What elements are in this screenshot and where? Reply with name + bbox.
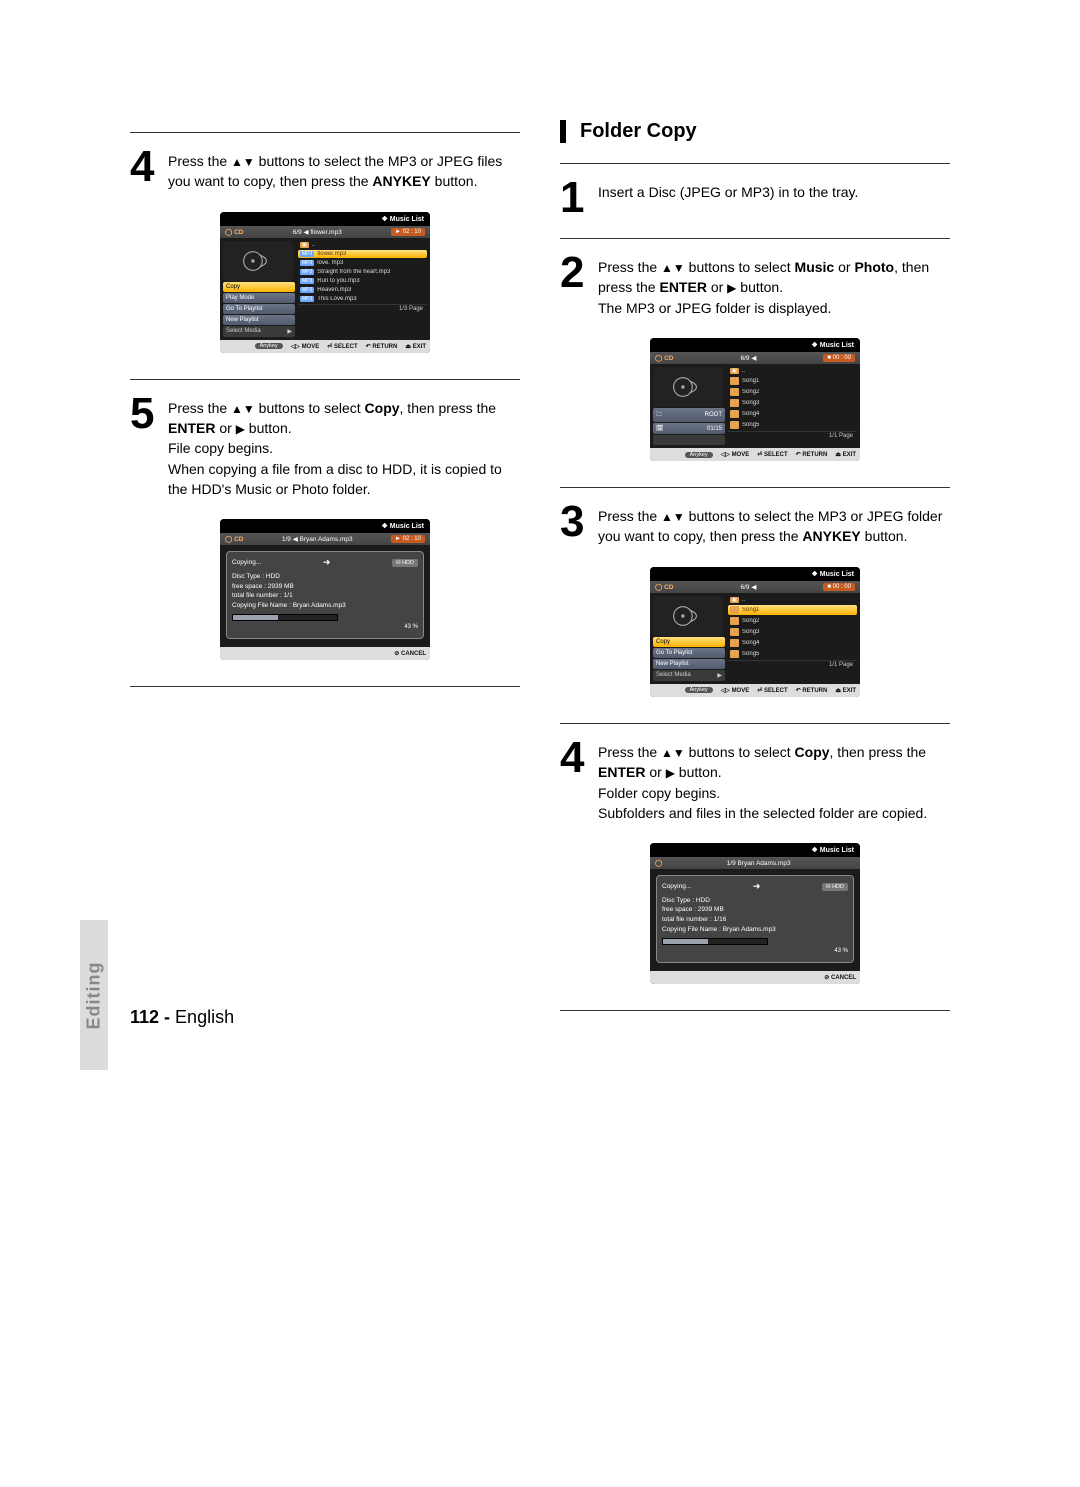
shot-footerbar: Anykey ◁▷ MOVE ⏎ SELECT ↶ RETURN ⏏ EXIT <box>220 340 430 353</box>
shot-title: Music List <box>220 212 430 226</box>
step-number: 4 <box>130 145 158 189</box>
side-tab-editing: Editing <box>80 920 108 1070</box>
date-label: 🗓 01/15 <box>653 423 725 434</box>
screenshot-copying-folder: Music List ◯ 1/9 Bryan Adams.mp3 Copying… <box>650 843 860 984</box>
copy-overlay: Copying... ➜ ⛁ HDD Disc Type : HDD free … <box>226 551 424 639</box>
step-text: Press the ▲▼ buttons to select the MP3 o… <box>168 145 520 192</box>
step-text: Press the ▲▼ buttons to select Copy, the… <box>598 736 950 823</box>
step-text: Press the ▲▼ buttons to select Copy, the… <box>168 392 520 500</box>
section-title: Folder Copy <box>560 120 950 143</box>
blank-row <box>653 435 725 445</box>
step-number: 5 <box>130 392 158 436</box>
cd-icon <box>223 241 293 281</box>
screenshot-folder-select-copy: Music List ◯ CD 6/9 ◀ ■ 00 : 00 Copy Go … <box>650 567 860 697</box>
step-number: 1 <box>560 176 588 220</box>
menu-selectmedia[interactable]: Select Media▶ <box>223 326 295 337</box>
menu-copy[interactable]: Copy <box>653 637 725 647</box>
step-number: 2 <box>560 251 588 295</box>
left-column: 4 Press the ▲▼ buttons to select the MP3… <box>130 120 520 1023</box>
screenshot-copying-file: Music List ◯ CD 1/9 ◀ Bryan Adams.mp3 ► … <box>220 519 430 660</box>
step-number: 4 <box>560 736 588 780</box>
step-text: Press the ▲▼ buttons to select the MP3 o… <box>598 500 950 547</box>
menu-gotoplaylist[interactable]: Go To Playlist <box>223 304 295 314</box>
menu-newplaylist[interactable]: New Playlist <box>223 315 295 325</box>
menu-copy[interactable]: Copy <box>223 282 295 292</box>
step-text: Insert a Disc (JPEG or MP3) in to the tr… <box>598 176 858 202</box>
right-column: Folder Copy 1 Insert a Disc (JPEG or MP3… <box>560 120 950 1023</box>
step-text: Press the ▲▼ buttons to select Music or … <box>598 251 950 318</box>
menu-selectmedia[interactable]: Select Media▶ <box>653 670 725 681</box>
menu-newplaylist[interactable]: New Playlist <box>653 659 725 669</box>
side-tab-label: Editing <box>84 961 105 1029</box>
root-label: 🗀 ROOT <box>653 408 725 422</box>
screenshot-music-list-select: Music List ◯ CD 6/9 ◀ flower.mp3 ► 02 : … <box>220 212 430 353</box>
page-footer: 112 - English <box>130 1007 234 1028</box>
menu-playmode[interactable]: Play Mode <box>223 293 295 303</box>
step-number: 3 <box>560 500 588 544</box>
menu-gotoplaylist[interactable]: Go To Playlist <box>653 648 725 658</box>
page-info: 1/3 Page <box>298 304 427 313</box>
screenshot-folder-list: Music List ◯ CD 6/9 ◀ ■ 00 : 00 🗀 ROOT 🗓… <box>650 338 860 461</box>
